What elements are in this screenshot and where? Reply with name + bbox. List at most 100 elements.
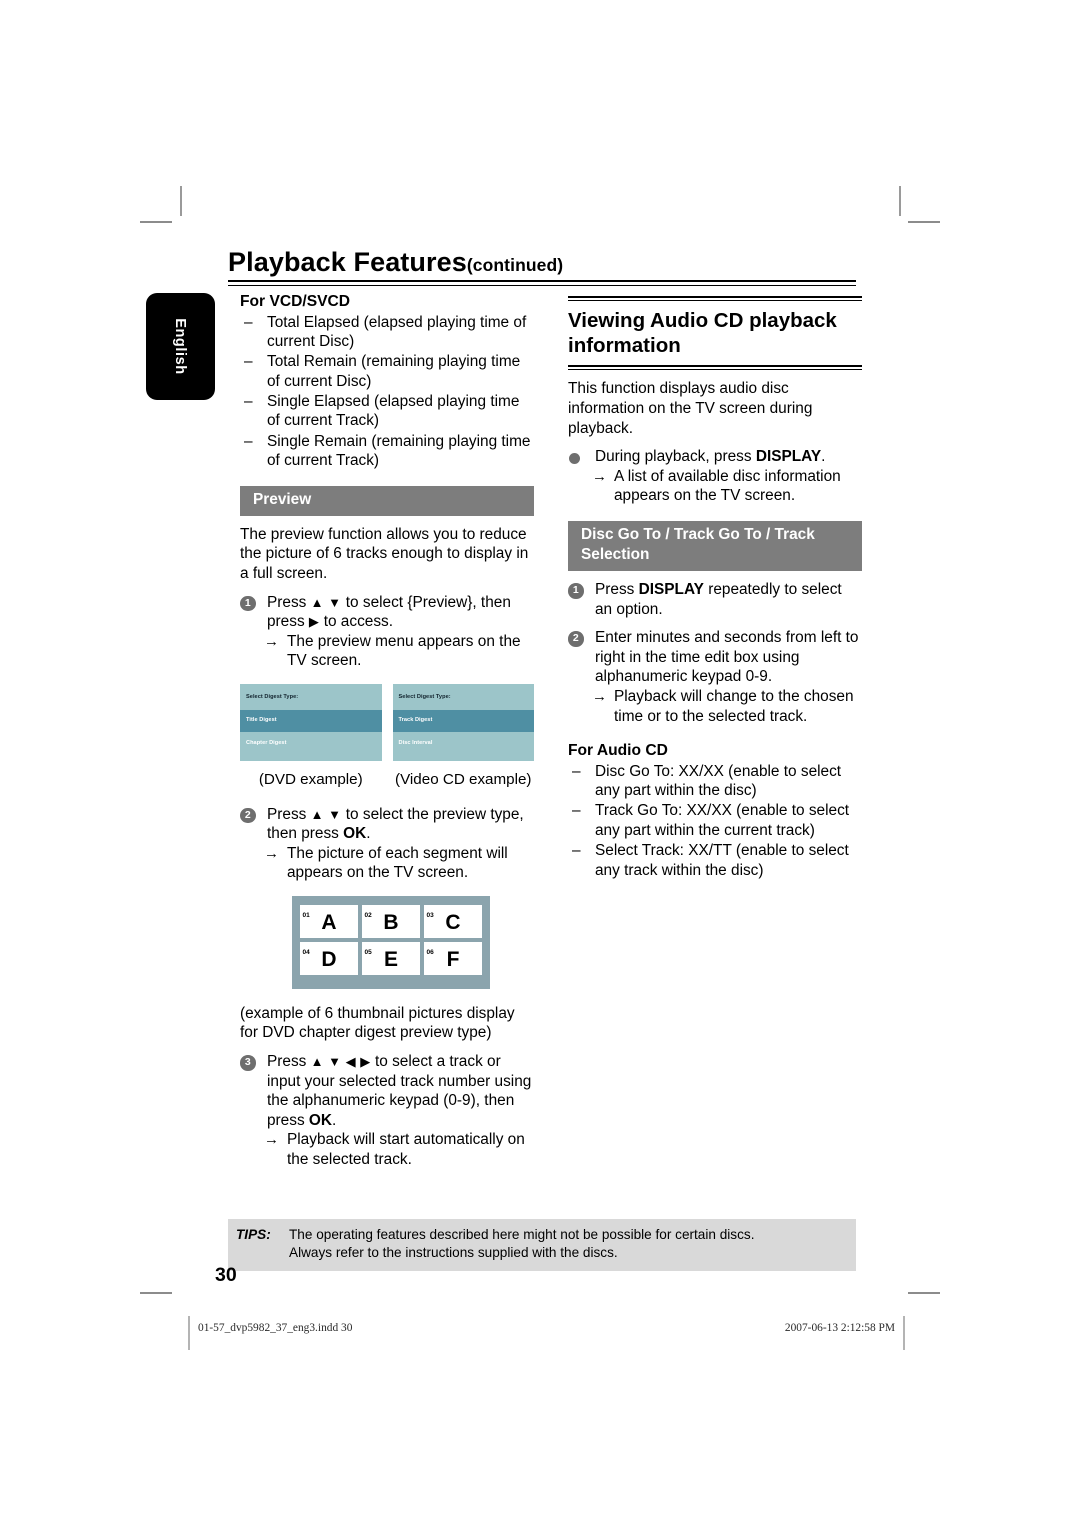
language-tab-label: English: [172, 318, 189, 375]
list-item: Select Track: XX/TT (enable to select an…: [568, 841, 862, 880]
step-1-result: → The preview menu appears on the TV scr…: [240, 632, 534, 671]
osd-menu-item: Track Digest: [392, 709, 534, 733]
page-title: Playback Features: [228, 247, 467, 277]
step-number: 1: [240, 595, 256, 612]
osd-menu-item: Chapter Digest: [246, 739, 287, 746]
vcd-info-list: Total Elapsed (elapsed playing time of c…: [240, 313, 534, 471]
arrow-result-icon: →: [264, 632, 279, 650]
step-3-result: → Playback will start automatically on t…: [240, 1130, 534, 1169]
thumbnail-letter: A: [321, 911, 337, 935]
thumbnail-cell: 03 C: [424, 904, 482, 938]
step-result-text: Playback will start automatically on the…: [287, 1131, 525, 1169]
arrow-keys-icon: ▲ ▼: [310, 806, 342, 822]
step-number: 3: [240, 1055, 256, 1071]
step-2-result: → The picture of each segment will appea…: [240, 844, 534, 883]
step-number: 2: [240, 807, 256, 824]
heading-for-audio-cd: For Audio CD: [568, 742, 668, 760]
preview-intro-text: The preview function allows you to reduc…: [240, 525, 529, 582]
arrow-result-icon: →: [592, 467, 607, 485]
osd-menu-item: Track Interval: [398, 762, 436, 769]
page-title-row: Playback Features(continued): [228, 248, 856, 276]
print-mark-right: [903, 1316, 905, 1350]
list-item: Total Remain (remaining playing time of …: [240, 352, 534, 391]
thumbnail-grid: 01 A 02 B 03 C 04 D 05 E 06 F: [300, 904, 482, 975]
osd-title: Select Digest Type:: [246, 693, 299, 700]
tips-body: The operating features described here mi…: [236, 1226, 846, 1263]
thumbnail-letter: F: [446, 948, 460, 972]
arrow-keys-icon: ▲ ▼: [310, 594, 342, 610]
thumbnail-preview-figure: 01 A 02 B 03 C 04 D 05 E 06 F: [292, 895, 490, 989]
crop-mark-bottom-right-horizontal: [908, 1292, 940, 1294]
list-item: Track Go To: XX/XX (enable to select any…: [568, 801, 862, 840]
osd-title: Select Digest Type:: [398, 693, 451, 700]
arrow-right-icon: ▶: [308, 614, 320, 630]
key-ok-label: OK: [308, 1111, 333, 1129]
thumbnail-cell: 01 A: [300, 904, 358, 938]
osd-menu-item: Title Digest: [240, 709, 382, 733]
bullet-result: → A list of available disc information a…: [568, 467, 862, 506]
list-item: Single Elapsed (elapsed playing time of …: [240, 392, 534, 431]
audio-cd-intro-text: This function displays audio disc inform…: [568, 380, 813, 437]
heading-for-vcd-svcd: For VCD/SVCD: [240, 293, 351, 310]
page-header: Playback Features(continued): [228, 248, 856, 286]
list-item: Single Remain (remaining playing time of…: [240, 432, 534, 471]
thumbnail-cell: 06 F: [424, 941, 482, 975]
step-text-after: .: [332, 1111, 337, 1129]
header-rule: [228, 280, 856, 286]
step-3-preview: 3 Press ▲ ▼ ◀ ▶ to select a track or inp…: [240, 1052, 534, 1130]
arrow-result-icon: →: [264, 844, 279, 862]
audio-cd-info-list: Disc Go To: XX/XX (enable to select any …: [568, 762, 862, 881]
osd-screenshot-dvd: Select Digest Type: Title Digest Chapter…: [240, 683, 382, 791]
section-title-viewing-audio-cd: Viewing Audio CD playback information: [568, 309, 837, 357]
right-column: Viewing Audio CD playback information Th…: [568, 296, 862, 881]
bullet-dot-icon: [569, 452, 580, 464]
step-text-before: Press: [267, 1053, 311, 1071]
arrow-keys-icon: ▲ ▼ ◀ ▶: [310, 1054, 371, 1070]
step-2-preview: 2 Press ▲ ▼ to select the preview type, …: [240, 805, 534, 844]
list-item: Disc Go To: XX/XX (enable to select any …: [568, 762, 862, 801]
crop-mark-bottom-left-horizontal: [140, 1292, 172, 1294]
tips-footer: TIPS: The operating features described h…: [228, 1219, 856, 1271]
step-text-before: Press: [267, 805, 311, 823]
thumbnail-letter: E: [383, 948, 398, 972]
key-display-label: DISPLAY: [638, 580, 704, 598]
print-footer-filename: 01-57_dvp5982_37_eng3.indd 30: [198, 1322, 353, 1334]
banner-preview: Preview: [240, 486, 534, 516]
page-number: 30: [215, 1264, 237, 1286]
thumbnail-letter: D: [321, 948, 337, 972]
thumbnail-cell: 04 D: [300, 941, 358, 975]
step-2-time-entry: 2 Enter minutes and seconds from left to…: [568, 628, 862, 687]
print-mark-left: [188, 1316, 190, 1350]
step-result-text: The picture of each segment will appears…: [287, 844, 508, 882]
osd-menu-item: Disc Interval: [398, 739, 433, 746]
thumbnail-letter: C: [445, 911, 461, 935]
osd-menu-item: Title Interval: [246, 762, 280, 769]
key-display-label: DISPLAY: [755, 448, 822, 466]
step-text-before: Press: [267, 593, 311, 611]
step-number: 1: [568, 583, 584, 599]
arrow-result-icon: →: [592, 687, 607, 705]
page-title-continued: (continued): [466, 255, 564, 275]
bullet-result-text: A list of available disc information app…: [614, 467, 841, 505]
osd-menu-item: Chapter Interval: [246, 785, 290, 792]
step-result-text: Playback will change to the chosen time …: [614, 687, 854, 725]
bullet-text-after: .: [821, 448, 826, 466]
osd-screenshot-row: Select Digest Type: Title Digest Chapter…: [240, 683, 534, 791]
banner-disc-go-to: Disc Go To / Track Go To / Track Selecti…: [568, 520, 862, 571]
list-item: Total Elapsed (elapsed playing time of c…: [240, 313, 534, 352]
thumbnail-letter: B: [383, 911, 399, 935]
language-tab-english: English: [146, 293, 215, 400]
print-footer: 01-57_dvp5982_37_eng3.indd 30 2007-06-13…: [0, 1316, 1080, 1350]
key-ok-label: OK: [343, 825, 367, 843]
bullet-text-before: During playback, press: [595, 448, 756, 466]
step-2-result: → Playback will change to the chosen tim…: [568, 687, 862, 726]
